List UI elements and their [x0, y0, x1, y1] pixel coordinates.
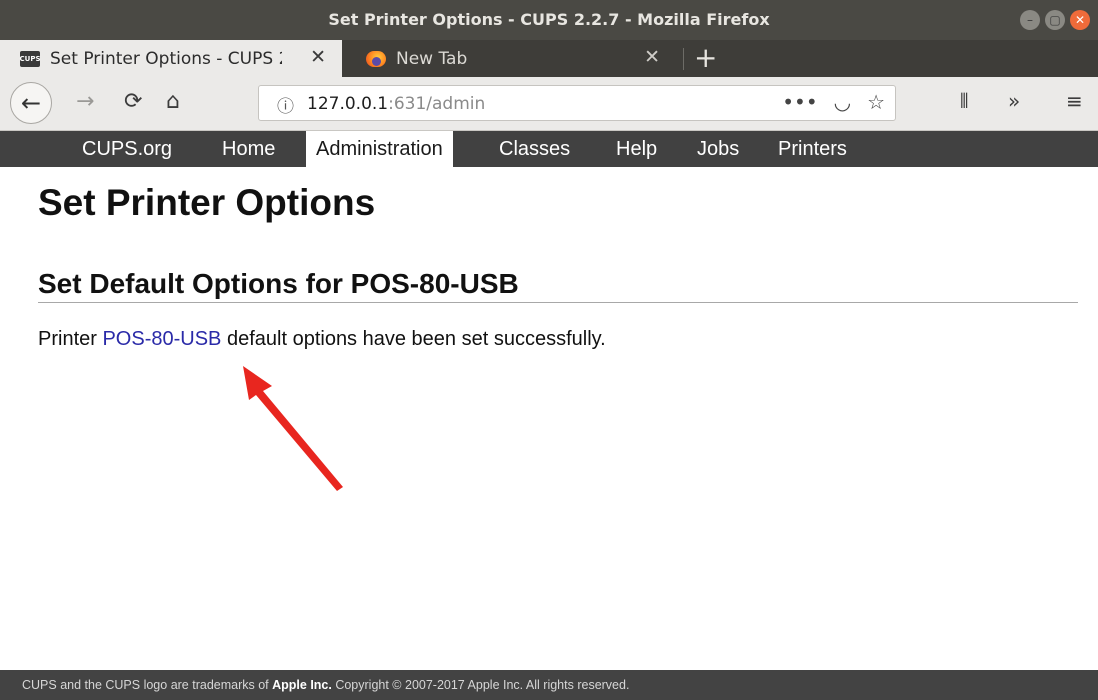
nav-jobs[interactable]: Jobs: [687, 131, 749, 167]
back-button[interactable]: ←: [10, 82, 52, 124]
maximize-button[interactable]: ▢: [1045, 10, 1065, 30]
nav-cups-org[interactable]: CUPS.org: [72, 131, 182, 167]
tab-label: Set Printer Options - CUPS 2.2.7: [50, 48, 282, 69]
tab-separator: [683, 48, 684, 70]
url-path: :631/admin: [388, 94, 486, 114]
page-title: Set Printer Options: [38, 182, 376, 223]
nav-help[interactable]: Help: [606, 131, 667, 167]
window-titlebar: Set Printer Options - CUPS 2.2.7 - Mozil…: [0, 0, 1098, 40]
window-title: Set Printer Options - CUPS 2.2.7 - Mozil…: [328, 10, 770, 29]
home-button[interactable]: ⌂: [166, 89, 180, 114]
annotation-arrow-shape: [243, 366, 343, 491]
status-message: Printer POS-80-USB default options have …: [38, 328, 606, 351]
message-suffix: default options have been set successful…: [221, 328, 606, 350]
cups-navigation: CUPS.org Home Administration Classes Hel…: [0, 131, 1098, 167]
tab-set-printer-options[interactable]: CUPS Set Printer Options - CUPS 2.2.7 ✕: [0, 40, 342, 77]
navigation-toolbar: ← → ⟳ ⌂ ⓘ 127.0.0.1:631/admin ••• ◡ ☆ ⫴ …: [0, 77, 1098, 131]
overflow-menu-icon[interactable]: »: [1008, 89, 1020, 113]
close-tab-icon[interactable]: ✕: [644, 48, 660, 67]
hamburger-menu-icon[interactable]: ≡: [1066, 89, 1083, 113]
close-tab-icon[interactable]: ✕: [310, 48, 326, 67]
window-controls: – ▢ ✕: [1020, 10, 1090, 30]
tab-label: New Tab: [396, 48, 468, 69]
footer-text: CUPS and the CUPS logo are trademarks of…: [22, 670, 629, 700]
message-prefix: Printer: [38, 328, 103, 350]
section-heading: Set Default Options for POS-80-USB: [38, 268, 1078, 303]
annotation-arrow-icon: [243, 366, 343, 491]
new-tab-button[interactable]: +: [694, 43, 717, 73]
close-window-button[interactable]: ✕: [1070, 10, 1090, 30]
nav-administration[interactable]: Administration: [306, 131, 453, 167]
nav-printers[interactable]: Printers: [768, 131, 857, 167]
minimize-button[interactable]: –: [1020, 10, 1040, 30]
url-bar[interactable]: ⓘ 127.0.0.1:631/admin ••• ◡ ☆: [258, 85, 896, 121]
forward-button[interactable]: →: [76, 89, 94, 114]
library-icon[interactable]: ⫴: [960, 89, 968, 113]
page-footer: CUPS and the CUPS logo are trademarks of…: [0, 670, 1098, 700]
bookmark-star-icon[interactable]: ☆: [867, 90, 885, 114]
cups-favicon-icon: CUPS: [20, 50, 41, 67]
reload-button[interactable]: ⟳: [124, 89, 142, 114]
page-actions-icon[interactable]: •••: [782, 90, 817, 114]
tab-new-tab[interactable]: New Tab ✕: [346, 40, 676, 77]
printer-link[interactable]: POS-80-USB: [102, 328, 221, 350]
url-host: 127.0.0.1: [307, 94, 389, 114]
footer-part2: Copyright © 2007-2017 Apple Inc. All rig…: [331, 678, 630, 692]
nav-classes[interactable]: Classes: [489, 131, 580, 167]
firefox-icon: [366, 50, 386, 67]
tab-strip: CUPS Set Printer Options - CUPS 2.2.7 ✕ …: [0, 40, 1098, 77]
site-info-icon[interactable]: ⓘ: [277, 92, 294, 117]
url-text[interactable]: 127.0.0.1:631/admin: [307, 94, 485, 114]
apple-link[interactable]: Apple Inc.: [272, 678, 332, 692]
footer-part1: CUPS and the CUPS logo are trademarks of: [22, 678, 273, 692]
pocket-icon[interactable]: ◡: [834, 90, 851, 114]
url-actions: ••• ◡ ☆: [782, 90, 885, 114]
nav-home[interactable]: Home: [212, 131, 285, 167]
